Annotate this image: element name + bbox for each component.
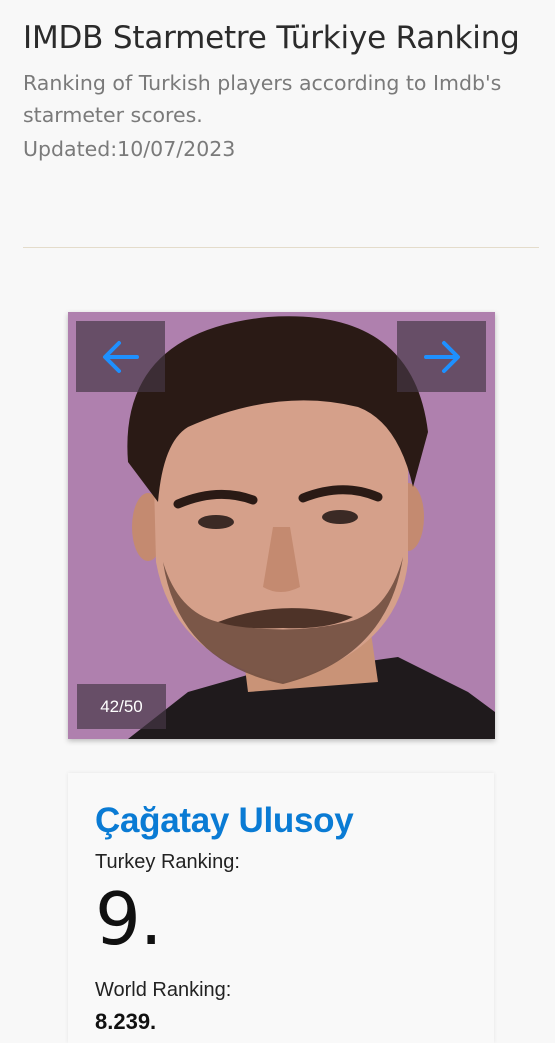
page-subtitle: Ranking of Turkish players according to …	[23, 71, 502, 127]
updated-date: Updated:10/07/2023	[23, 137, 236, 161]
header-divider	[23, 247, 539, 248]
image-slider[interactable]: 42/50	[68, 312, 495, 739]
slide-counter: 42/50	[77, 684, 166, 729]
arrow-left-icon	[102, 340, 139, 373]
arrow-right-icon	[423, 340, 460, 373]
previous-button[interactable]	[76, 321, 165, 392]
world-ranking-value: 8.239.	[95, 1009, 157, 1034]
page-header: IMDB Starmetre Türkiye Ranking Ranking o…	[23, 18, 543, 165]
actor-card: Çağatay Ulusoy Turkey Ranking: 9. World …	[68, 773, 494, 1043]
turkey-ranking-value: 9.	[95, 877, 163, 961]
actor-name[interactable]: Çağatay Ulusoy	[95, 801, 494, 841]
next-button[interactable]	[397, 321, 486, 392]
page-title: IMDB Starmetre Türkiye Ranking	[23, 20, 520, 56]
world-ranking-label: World Ranking:	[95, 979, 232, 1001]
turkey-ranking-label: Turkey Ranking:	[95, 851, 240, 873]
